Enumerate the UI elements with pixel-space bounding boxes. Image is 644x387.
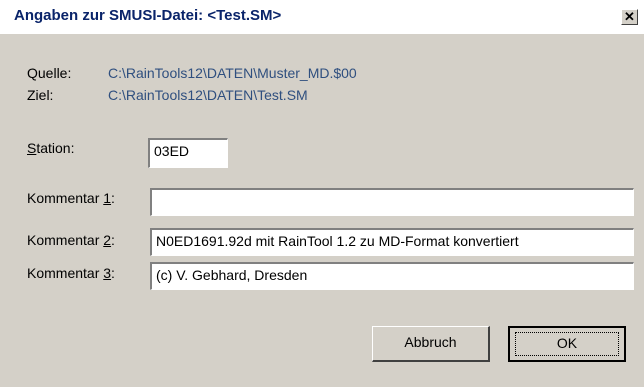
comment-2-input[interactable]: N0ED1691.92d mit RainTool 1.2 zu MD-Form…: [150, 228, 634, 256]
comment-1-input[interactable]: [150, 188, 634, 216]
window-title: Angaben zur SMUSI-Datei: <Test.SM>: [14, 7, 282, 24]
target-path: C:\RainTools12\DATEN\Test.SM: [108, 87, 308, 103]
comment-3-hotkey: 3: [103, 265, 112, 281]
smusi-dialog: Angaben zur SMUSI-Datei: <Test.SM> ✕ Que…: [0, 0, 644, 387]
comment-1-label: Kommentar 1:: [27, 190, 115, 206]
comment-2-hotkey: 2: [103, 232, 112, 248]
ok-button-label: OK: [556, 335, 578, 351]
cancel-button-label: Abbruch: [404, 334, 457, 350]
close-icon[interactable]: ✕: [621, 9, 638, 25]
station-hotkey: S: [27, 140, 37, 156]
station-input[interactable]: 03ED: [148, 138, 228, 168]
comment-3-input[interactable]: (c) V. Gebhard, Dresden: [150, 262, 634, 290]
station-label: Station:: [27, 140, 75, 156]
comment-3-label: Kommentar 3:: [27, 265, 115, 281]
target-label: Ziel:: [27, 87, 54, 103]
ok-button[interactable]: OK: [508, 326, 626, 362]
comment-2-label: Kommentar 2:: [27, 232, 115, 248]
cancel-button[interactable]: Abbruch: [372, 326, 490, 362]
source-label: Quelle:: [27, 65, 72, 81]
comment-1-hotkey: 1: [103, 190, 112, 206]
source-path: C:\RainTools12\DATEN\Muster_MD.$00: [108, 65, 357, 81]
title-bar[interactable]: Angaben zur SMUSI-Datei: <Test.SM> ✕: [0, 0, 644, 34]
